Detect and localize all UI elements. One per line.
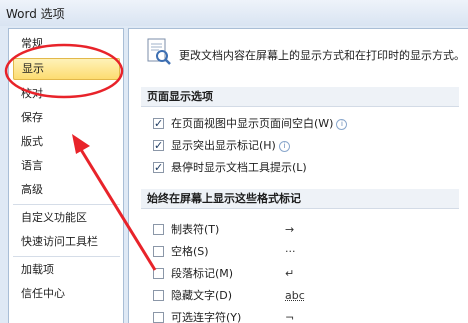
display-options-panel: 更改文档内容在屏幕上的显示方式和在打印时的显示方式。 页面显示选项 在页面视图中… xyxy=(128,28,468,323)
window-title: Word 选项 xyxy=(6,7,65,21)
intro-text: 更改文档内容在屏幕上的显示方式和在打印时的显示方式。 xyxy=(179,49,465,62)
option-label: 显示突出显示标记(H) xyxy=(171,139,276,152)
option-label: 空格(S) xyxy=(171,245,209,258)
option-label: 段落标记(M) xyxy=(171,267,234,280)
sidebar-item-save[interactable]: 保存 xyxy=(13,107,120,129)
option-label: 可选连字符(Y) xyxy=(171,311,242,323)
sidebar-item-display[interactable]: 显示 xyxy=(13,58,120,80)
option-label: 在页面视图中显示页面间空白(W) xyxy=(171,117,334,130)
sidebar-item-proofing[interactable]: 校对 xyxy=(13,83,120,105)
sidebar-item-add-ins[interactable]: 加载项 xyxy=(13,259,120,281)
sidebar-item-trust-center[interactable]: 信任中心 xyxy=(13,283,120,305)
checkbox[interactable] xyxy=(153,159,164,177)
option-label: 悬停时显示文档工具提示(L) xyxy=(171,161,307,174)
info-icon: i xyxy=(336,118,348,130)
title-bar: Word 选项 xyxy=(0,0,468,26)
checkbox[interactable] xyxy=(153,115,164,133)
checkbox[interactable] xyxy=(153,290,164,301)
section-header-page-display: 页面显示选项 xyxy=(141,87,459,107)
checkbox[interactable] xyxy=(153,246,164,257)
sidebar-item-customize-ribbon[interactable]: 自定义功能区 xyxy=(13,207,120,229)
checkbox[interactable] xyxy=(153,224,164,235)
document-display-icon xyxy=(147,38,171,65)
checkbox[interactable] xyxy=(153,268,164,279)
intro-banner: 更改文档内容在屏幕上的显示方式和在打印时的显示方式。 xyxy=(145,37,465,77)
option-label: 隐藏文字(D) xyxy=(171,289,233,302)
sidebar-item-quick-access-toolbar[interactable]: 快速访问工具栏 xyxy=(13,231,120,253)
optional-hyphen-symbol: ¬ xyxy=(285,311,295,323)
sidebar-divider xyxy=(13,256,120,257)
checkbox[interactable] xyxy=(153,312,164,323)
option-label: 制表符(T) xyxy=(171,223,220,236)
hidden-text-symbol: abc xyxy=(285,289,305,302)
sidebar-divider xyxy=(13,204,120,205)
paragraph-mark-symbol: ↵ xyxy=(285,267,295,280)
tab-mark-symbol: → xyxy=(285,223,295,236)
info-icon: i xyxy=(278,140,290,152)
sidebar-item-typography[interactable]: 版式 xyxy=(13,131,120,153)
space-mark-symbol: ··· xyxy=(285,245,296,258)
sidebar-item-general[interactable]: 常规 xyxy=(13,33,120,55)
checkbox[interactable] xyxy=(153,137,164,155)
sidebar-item-advanced[interactable]: 高级 xyxy=(13,179,120,201)
options-sidebar: 常规 显示 校对 保存 版式 语言 高级 自定义功能区 快速访问工具栏 加载项 … xyxy=(8,28,124,323)
sidebar-item-language[interactable]: 语言 xyxy=(13,155,120,177)
word-options-dialog: Word 选项 常规 显示 校对 保存 版式 语言 高级 自定义功能区 快速访问… xyxy=(0,0,468,323)
section-header-formatting-marks: 始终在屏幕上显示这些格式标记 xyxy=(141,189,459,209)
